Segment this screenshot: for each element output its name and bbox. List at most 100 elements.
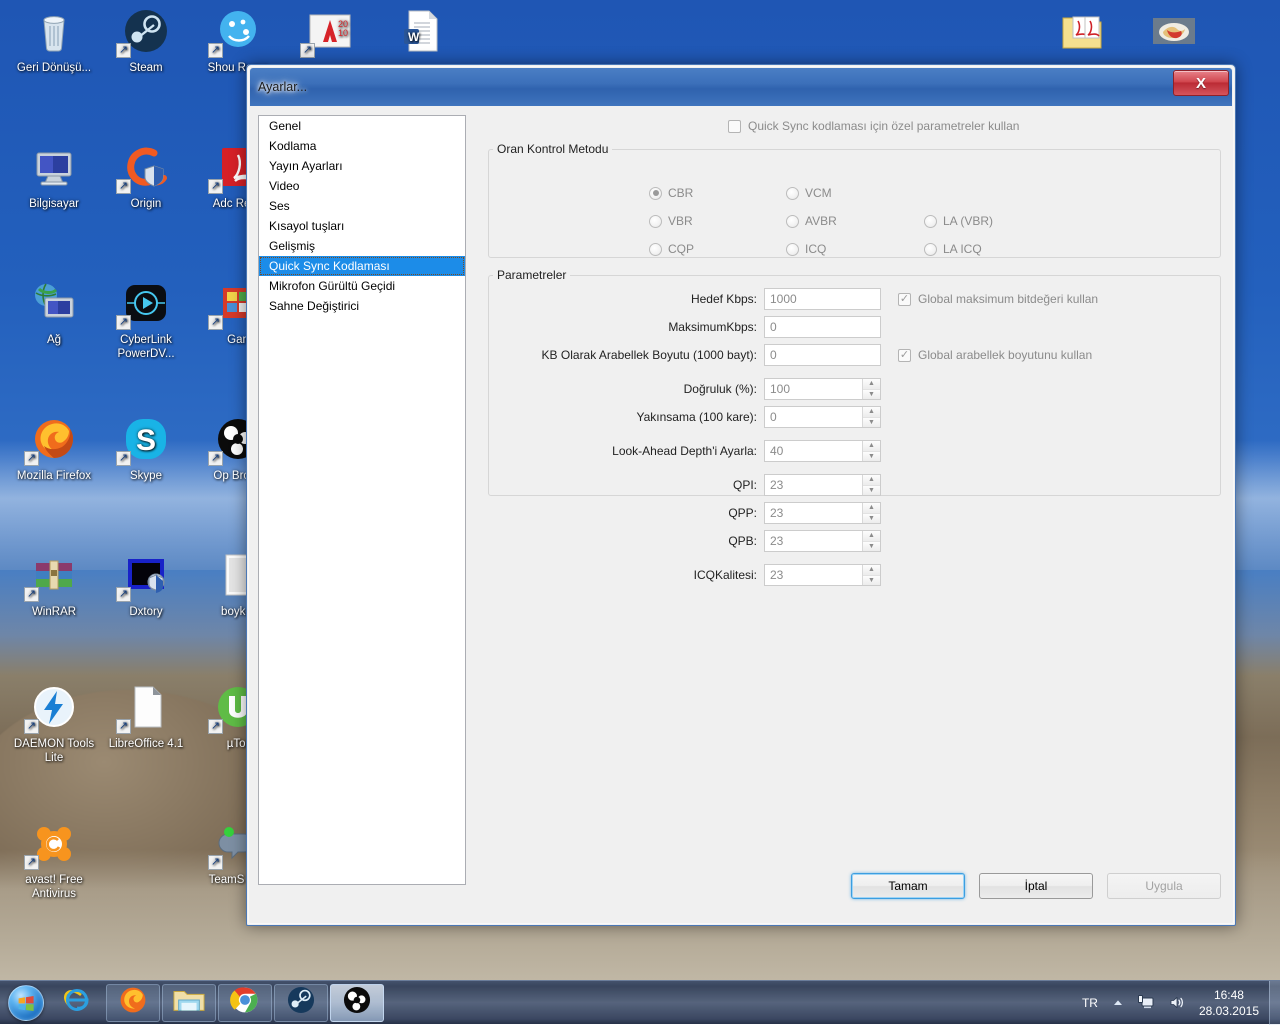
cancel-button[interactable]: İptal [979, 873, 1093, 899]
desktop-icon-powerdvd[interactable]: ↗CyberLink PowerDV... [100, 280, 192, 361]
parameter-side-checkbox-row[interactable]: ✓Global arabellek boyutunu kullan [898, 348, 1092, 362]
parameter-spinner[interactable]: 23▲▼ [764, 474, 881, 496]
parameter-label: QPI: [489, 478, 764, 492]
sidebar-item-mikrofon-g-r-lt-ge-idi[interactable]: Mikrofon Gürültü Geçidi [259, 276, 465, 296]
parameter-spinner[interactable]: 23▲▼ [764, 530, 881, 552]
volume-icon[interactable] [1162, 995, 1193, 1010]
desktop-icon-libreoffice[interactable]: ↗LibreOffice 4.1 [100, 684, 192, 751]
taskbar-button-windows-explorer[interactable] [162, 984, 216, 1022]
spinner-up-icon[interactable]: ▲ [863, 407, 880, 418]
spinner-down-icon[interactable]: ▼ [863, 514, 880, 524]
global-setting-checkbox[interactable]: ✓ [898, 349, 911, 362]
desktop-icon-dxtory[interactable]: ↗Dxtory [100, 552, 192, 619]
parameter-spinner[interactable]: 0▲▼ [764, 406, 881, 428]
radio-avbr[interactable]: AVBR [786, 214, 837, 228]
spinner-up-icon[interactable]: ▲ [863, 531, 880, 542]
spinner-down-icon[interactable]: ▼ [863, 542, 880, 552]
sidebar-item-kodlama[interactable]: Kodlama [259, 136, 465, 156]
parameter-value[interactable]: 23 [765, 475, 862, 495]
desktop-icon-network[interactable]: Ağ [8, 280, 100, 347]
parameter-spinner[interactable]: 40▲▼ [764, 440, 881, 462]
spinner-down-icon[interactable]: ▼ [863, 390, 880, 400]
desktop-icon-word-document[interactable]: W [376, 8, 468, 61]
desktop-icon-winrar[interactable]: ↗WinRAR [8, 552, 100, 619]
parameter-spinner[interactable]: 23▲▼ [764, 564, 881, 586]
parameter-input[interactable]: 0 [764, 316, 881, 338]
show-desktop-button[interactable] [1269, 981, 1280, 1025]
desktop-icon-pdf-folder[interactable] [1036, 8, 1128, 61]
spinner-arrows: ▲▼ [862, 531, 880, 551]
parameter-value[interactable]: 23 [765, 531, 862, 551]
taskbar-button-internet-explorer[interactable] [50, 984, 104, 1022]
icon-graphic: ↗ [192, 8, 284, 58]
language-indicator[interactable]: TR [1075, 996, 1105, 1010]
sidebar-item-yay-n-ayarlar[interactable]: Yayın Ayarları [259, 156, 465, 176]
rate-control-options[interactable]: CBR VCM VBR AVBR LA (VBR) CQP ICQ LA ICQ [489, 156, 1220, 257]
taskbar-button-firefox[interactable] [106, 984, 160, 1022]
desktop-icon-photo-thumbnail[interactable] [1128, 8, 1220, 61]
close-icon[interactable]: X [1173, 70, 1229, 96]
radio-icq[interactable]: ICQ [786, 242, 826, 256]
parameter-value[interactable]: 100 [765, 379, 862, 399]
parameter-value[interactable]: 23 [765, 565, 862, 585]
radio-indicator [924, 243, 937, 256]
desktop-icon-recycle-bin[interactable]: Geri Dönüşü... [8, 8, 100, 75]
desktop-icon-steam[interactable]: ↗Steam [100, 8, 192, 75]
sidebar-item-genel[interactable]: Genel [259, 116, 465, 136]
desktop-icon-origin[interactable]: ↗Origin [100, 144, 192, 211]
parameter-value[interactable]: 0 [765, 407, 862, 427]
desktop-icon-firefox[interactable]: ↗Mozilla Firefox [8, 416, 100, 483]
custom-params-checkbox[interactable] [728, 120, 741, 133]
sidebar-item-ses[interactable]: Ses [259, 196, 465, 216]
parameter-value[interactable]: 40 [765, 441, 862, 461]
start-button[interactable] [3, 983, 49, 1023]
spinner-down-icon[interactable]: ▼ [863, 418, 880, 428]
taskbar-button-steam[interactable] [274, 984, 328, 1022]
taskbar-button-obs[interactable] [330, 984, 384, 1022]
radio-la-icq[interactable]: LA ICQ [924, 242, 982, 256]
parameter-input[interactable]: 0 [764, 344, 881, 366]
spinner-up-icon[interactable]: ▲ [863, 565, 880, 576]
sidebar-item-k-sayol-tu-lar[interactable]: Kısayol tuşları [259, 216, 465, 236]
spinner-up-icon[interactable]: ▲ [863, 441, 880, 452]
desktop-icon-avast[interactable]: ↗avast! Free Antivirus [8, 820, 100, 901]
settings-category-list[interactable]: GenelKodlamaYayın AyarlarıVideoSesKısayo… [258, 115, 466, 885]
desktop-icon-daemon-tools[interactable]: ↗DAEMON Tools Lite [8, 684, 100, 765]
parameter-spinner[interactable]: 23▲▼ [764, 502, 881, 524]
desktop-icon-computer[interactable]: Bilgisayar [8, 144, 100, 211]
spinner-down-icon[interactable]: ▼ [863, 576, 880, 586]
spinner-up-icon[interactable]: ▲ [863, 475, 880, 486]
parameter-label: QPB: [489, 534, 764, 548]
custom-params-checkbox-row[interactable]: Quick Sync kodlaması için özel parametre… [728, 119, 1223, 133]
parameter-value[interactable]: 23 [765, 503, 862, 523]
parameter-side-checkbox-row[interactable]: ✓Global maksimum bitdeğeri kullan [898, 292, 1098, 306]
ok-button[interactable]: Tamam [851, 873, 965, 899]
spinner-up-icon[interactable]: ▲ [863, 503, 880, 514]
sidebar-item-video[interactable]: Video [259, 176, 465, 196]
desktop-icon-skype[interactable]: S↗Skype [100, 416, 192, 483]
radio-la-vbr[interactable]: LA (VBR) [924, 214, 993, 228]
network-icon[interactable] [1131, 995, 1162, 1010]
radio-cbr[interactable]: CBR [649, 186, 693, 200]
radio-vbr[interactable]: VBR [649, 214, 693, 228]
sidebar-item-quick-sync-kodlamas[interactable]: Quick Sync Kodlaması [259, 256, 465, 276]
sidebar-item-geli-mi[interactable]: Gelişmiş [259, 236, 465, 256]
spinner-arrows: ▲▼ [862, 407, 880, 427]
clock[interactable]: 16:48 28.03.2015 [1193, 987, 1269, 1019]
firefox-icon [118, 985, 148, 1020]
spinner-down-icon[interactable]: ▼ [863, 452, 880, 462]
spinner-up-icon[interactable]: ▲ [863, 379, 880, 390]
apply-button[interactable]: Uygula [1107, 873, 1221, 899]
dialog-titlebar[interactable]: Ayarlar... X [250, 68, 1232, 106]
parameter-input[interactable]: 1000 [764, 288, 881, 310]
radio-cqp[interactable]: CQP [649, 242, 694, 256]
spinner-down-icon[interactable]: ▼ [863, 486, 880, 496]
show-hidden-icons-icon[interactable] [1105, 997, 1131, 1009]
sidebar-item-sahne-de-i-tirici[interactable]: Sahne Değiştirici [259, 296, 465, 316]
radio-label: AVBR [805, 214, 837, 228]
parameter-spinner[interactable]: 100▲▼ [764, 378, 881, 400]
radio-vcm[interactable]: VCM [786, 186, 832, 200]
desktop-icon-autocad-2010[interactable]: 2010↗ [284, 8, 376, 61]
global-setting-checkbox[interactable]: ✓ [898, 293, 911, 306]
taskbar-button-google-chrome[interactable] [218, 984, 272, 1022]
